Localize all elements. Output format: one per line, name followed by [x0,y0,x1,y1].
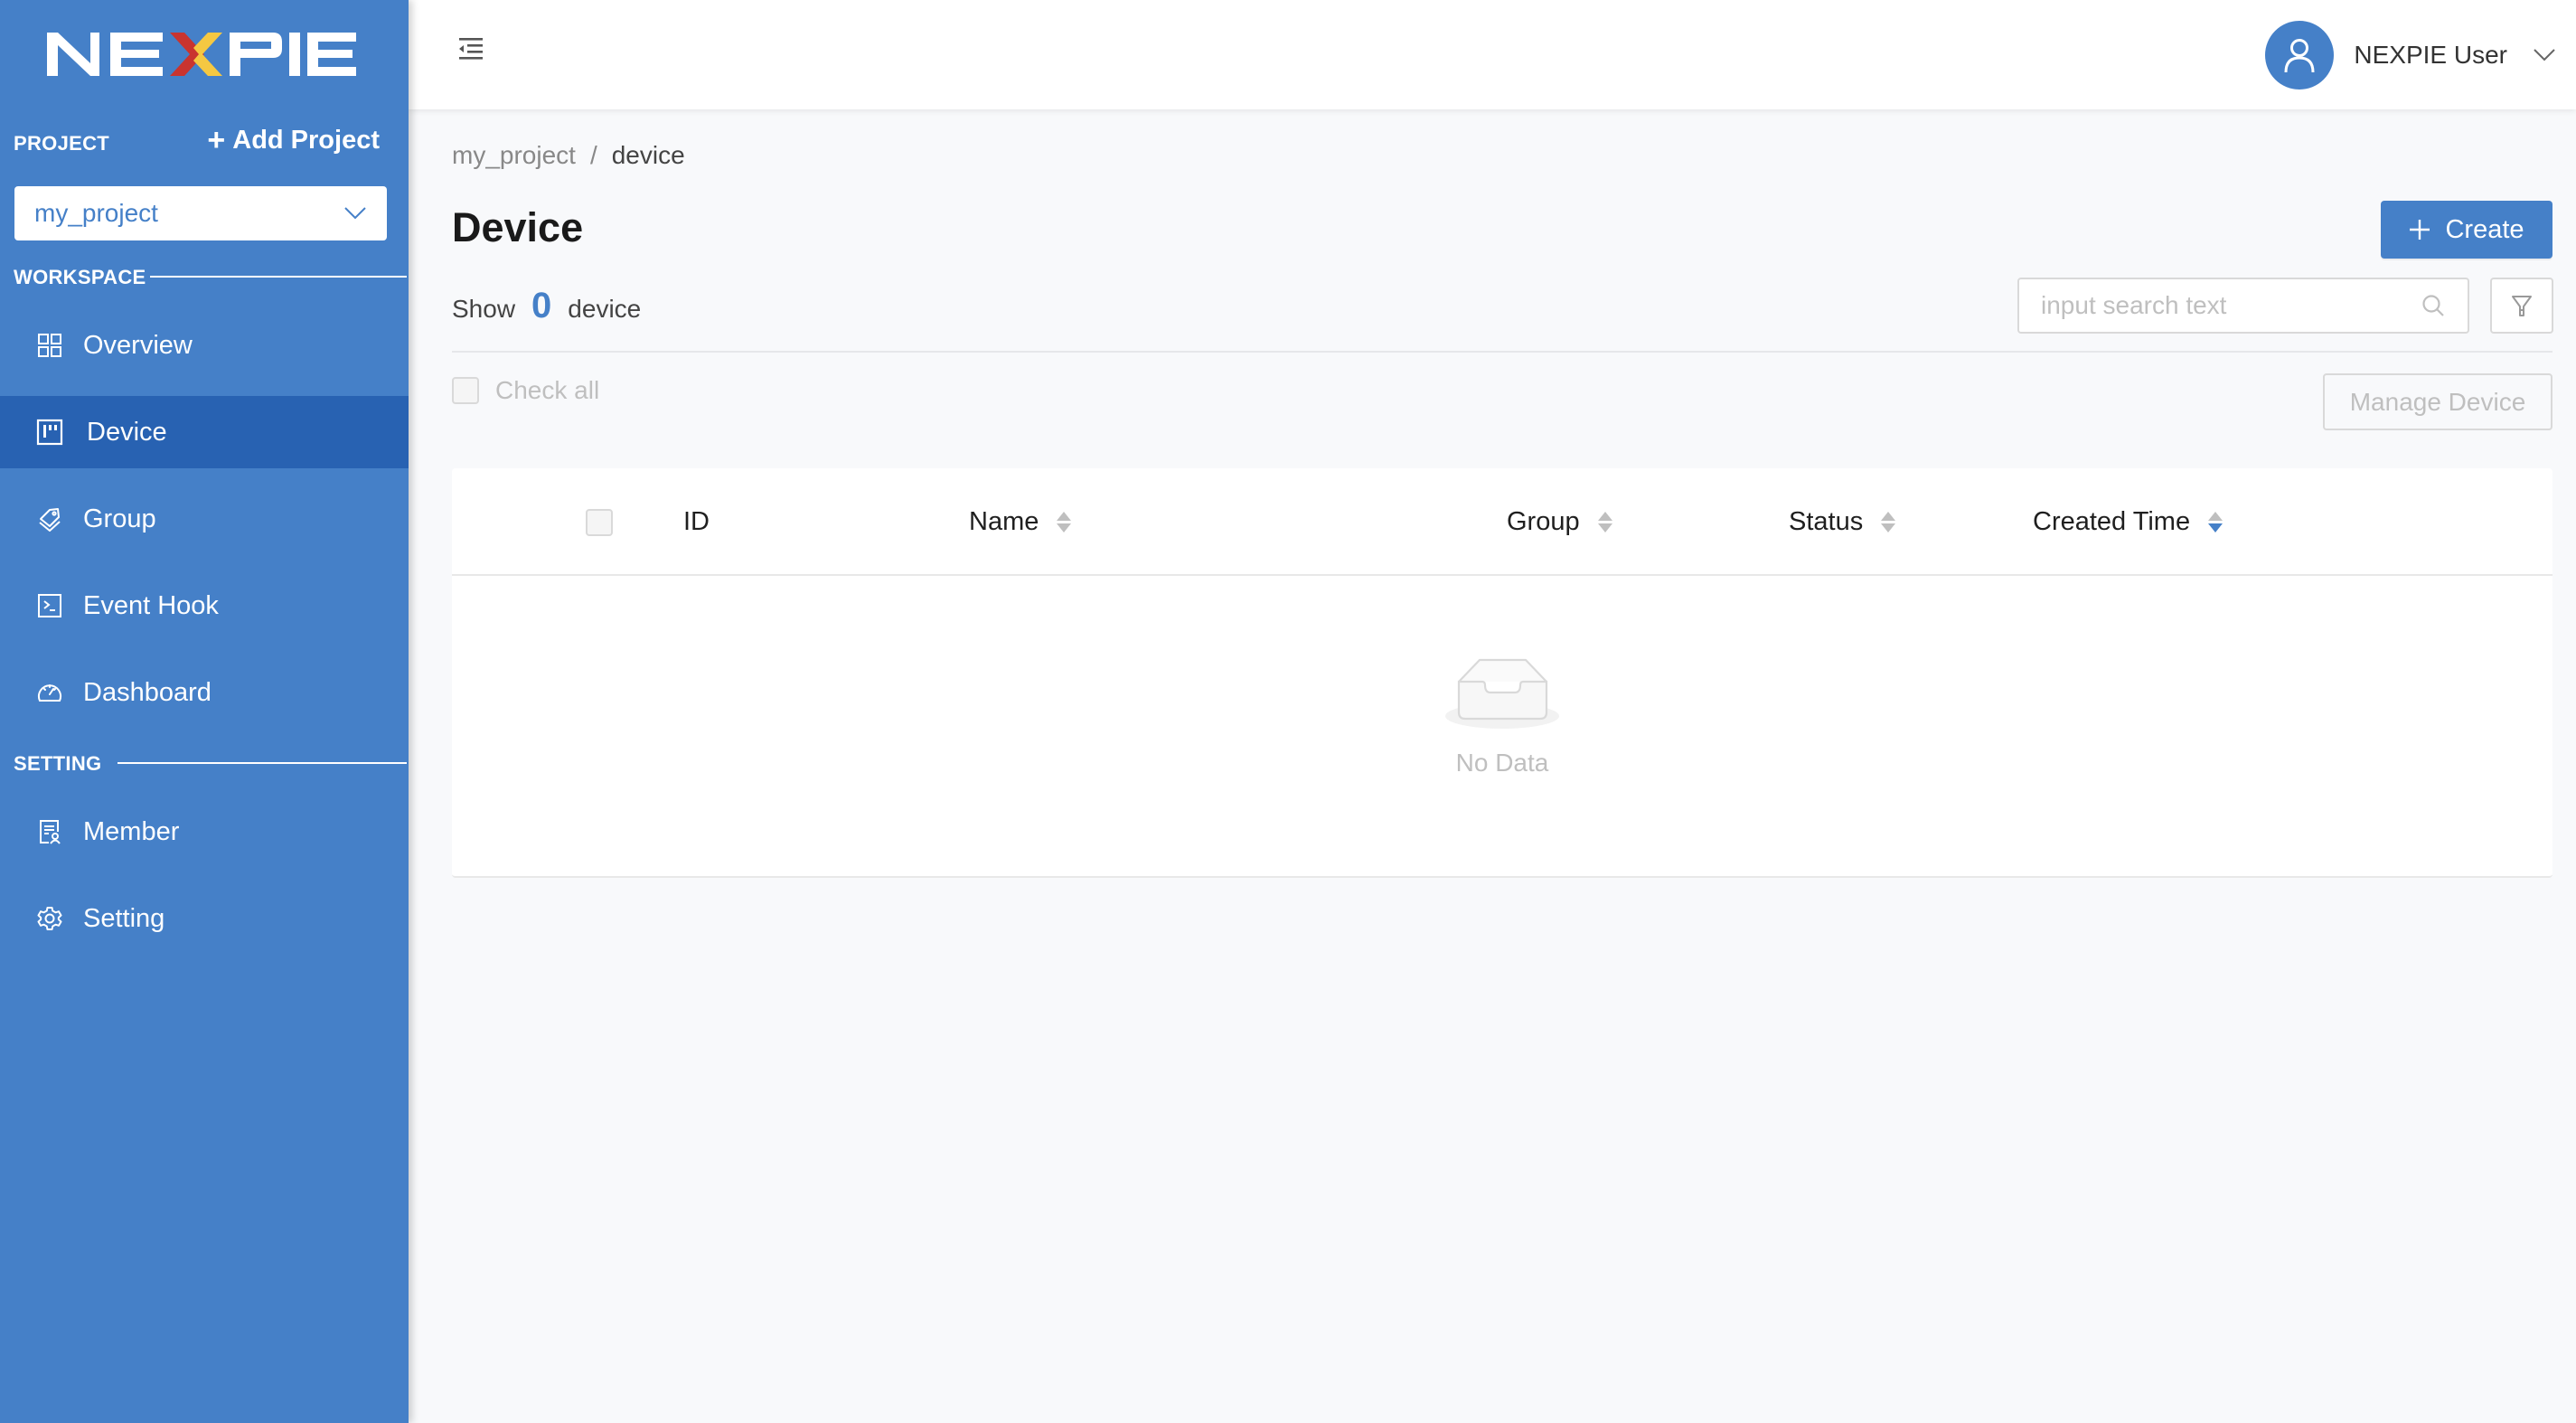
add-project-label: Add Project [232,125,380,155]
terminal-icon [36,592,63,619]
plus-icon [2410,220,2430,240]
project-section-label: PROJECT [14,132,110,155]
search-field [2017,278,2469,334]
search-icon[interactable] [2421,293,2446,318]
sidebar-item-setting[interactable]: Setting [0,882,409,955]
workspace-divider [150,276,407,278]
filter-icon [2512,296,2532,316]
setting-section-label: SETTING [14,752,102,775]
setting-divider [118,762,407,764]
search-input[interactable] [2041,291,2421,320]
breadcrumb-project-link[interactable]: my_project [452,141,576,170]
column-label: Name [969,507,1039,536]
column-name[interactable]: Name [969,468,1072,576]
workspace-section-label: WORKSPACE [14,266,146,288]
column-label: Created Time [2033,507,2191,536]
avatar [2265,20,2335,90]
manage-device-button[interactable]: Manage Device [2323,373,2552,430]
count-prefix: Show [452,295,516,323]
sidebar-item-group[interactable]: Group [0,483,409,555]
column-status[interactable]: Status [1789,468,1896,576]
sidebar-item-label: Device [87,417,167,447]
page-title: Device [452,204,584,250]
sidebar: PROJECT + Add Project my_project WORKSPA… [0,0,409,1423]
select-all-rows[interactable] [586,468,613,576]
user-icon [2284,38,2315,72]
column-created-time[interactable]: Created Time [2033,468,2223,576]
create-label: Create [2445,214,2524,244]
tags-icon [36,505,63,532]
user-name: NEXPIE User [2354,40,2507,69]
column-label: Status [1789,507,1864,536]
empty-state: No Data [452,658,2552,777]
sidebar-item-device[interactable]: Device [0,396,409,468]
count-suffix: device [568,295,642,323]
sidebar-item-label: Dashboard [83,677,212,707]
appstore-icon [36,332,63,359]
chevron-down-icon [2534,48,2555,61]
column-label: ID [683,507,710,536]
breadcrumb: my_project / device [452,141,685,170]
sidebar-item-label: Group [83,504,156,533]
sort-descend-icon [2208,512,2223,532]
user-menu[interactable]: NEXPIE User [2265,0,2576,109]
nexpie-logo[interactable] [45,25,356,80]
menu-fold-icon[interactable] [459,36,483,61]
sort-icon [1057,512,1072,532]
check-all-checkbox[interactable] [452,377,479,404]
sidebar-item-label: Overview [83,330,193,360]
top-header: NEXPIE User [409,0,2576,109]
member-profile-icon [36,818,63,845]
manage-device-label: Manage Device [2349,387,2526,416]
chevron-down-icon [344,207,366,220]
sidebar-item-member[interactable]: Member [0,796,409,868]
column-group[interactable]: Group [1507,468,1612,576]
sidebar-item-label: Member [83,816,180,846]
breadcrumb-separator: / [589,141,597,169]
check-all-label: Check all [495,376,600,404]
column-label: Group [1507,507,1580,536]
project-board-icon [36,419,63,446]
device-count: Show 0 device [452,286,641,326]
sidebar-item-label: Setting [83,903,165,933]
dashboard-gauge-icon [36,679,63,706]
breadcrumb-current: device [611,141,685,169]
empty-text: No Data [1455,749,1549,777]
sidebar-item-overview[interactable]: Overview [0,309,409,382]
create-button[interactable]: Create [2381,201,2552,259]
sort-icon [1597,512,1612,532]
sidebar-item-label: Event Hook [83,590,219,620]
sort-icon [1881,512,1896,532]
count-value: 0 [531,286,552,325]
add-project-button[interactable]: + Add Project [207,125,380,155]
empty-inbox-icon [1445,658,1559,729]
header-divider [452,351,2552,353]
plus-icon: + [207,123,226,157]
project-select[interactable]: my_project [14,186,387,240]
header-checkbox[interactable] [586,508,613,536]
gear-icon [36,905,63,932]
sidebar-item-event-hook[interactable]: Event Hook [0,570,409,642]
device-table: ID Name Group Status Created Time No Dat… [452,468,2552,878]
column-id: ID [683,468,710,576]
filter-button[interactable] [2490,278,2553,334]
selected-project: my_project [34,199,158,227]
nexpie-logo-icon [47,33,356,76]
check-all[interactable]: Check all [452,376,599,405]
table-header: ID Name Group Status Created Time [452,468,2552,576]
sidebar-item-dashboard[interactable]: Dashboard [0,656,409,729]
